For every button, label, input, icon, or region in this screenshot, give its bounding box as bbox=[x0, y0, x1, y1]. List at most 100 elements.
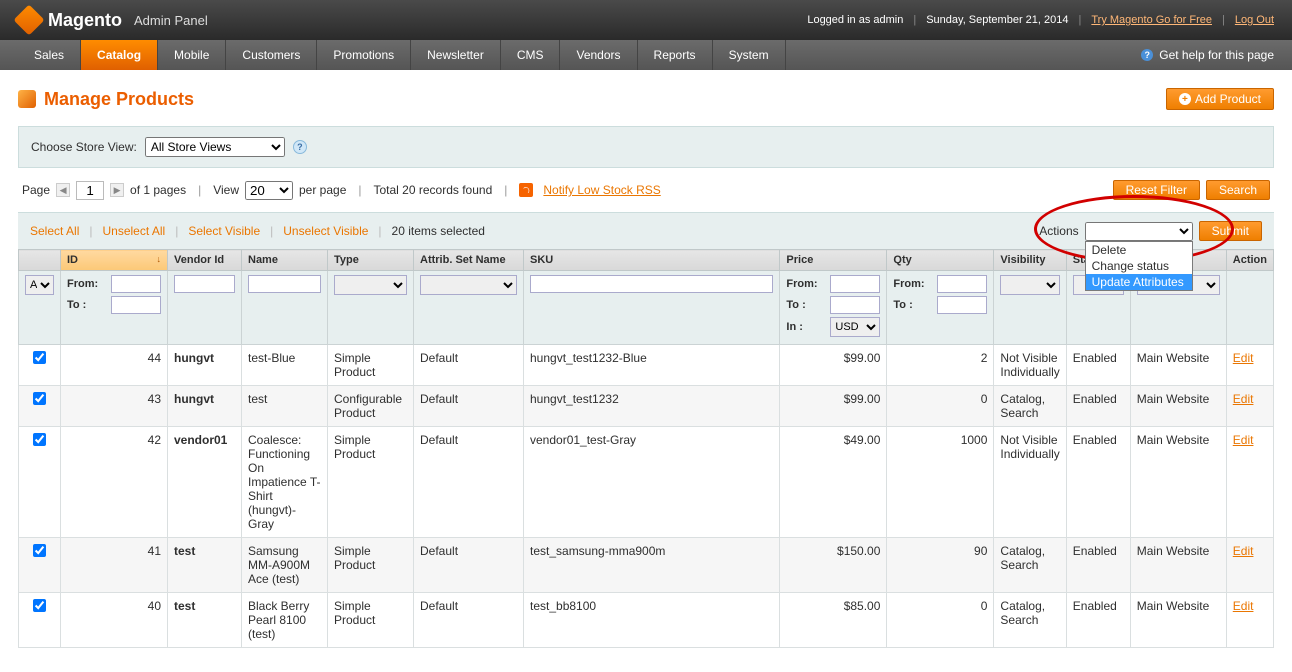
unselect-all-link[interactable]: Unselect All bbox=[102, 224, 165, 238]
edit-link[interactable]: Edit bbox=[1233, 544, 1254, 558]
row-checkbox[interactable] bbox=[33, 351, 46, 364]
rss-link[interactable]: Notify Low Stock RSS bbox=[543, 183, 660, 197]
items-selected: 20 items selected bbox=[392, 224, 485, 238]
select-all-link[interactable]: Select All bbox=[30, 224, 79, 238]
col-checkbox[interactable] bbox=[19, 250, 61, 271]
store-select[interactable]: All Store Views bbox=[145, 137, 285, 157]
top-right: Logged in as admin | Sunday, September 2… bbox=[807, 14, 1274, 26]
add-product-button[interactable]: + Add Product bbox=[1166, 88, 1274, 110]
nav-catalog[interactable]: Catalog bbox=[81, 40, 158, 70]
edit-link[interactable]: Edit bbox=[1233, 433, 1254, 447]
filter-sku[interactable] bbox=[530, 275, 773, 293]
filter-visibility[interactable] bbox=[1000, 275, 1059, 295]
submit-button[interactable]: Submit bbox=[1199, 221, 1262, 241]
plus-icon: + bbox=[1179, 93, 1191, 105]
page-prev-button[interactable]: ◀ bbox=[56, 183, 70, 197]
col-name[interactable]: Name bbox=[242, 250, 328, 271]
view-label: View bbox=[213, 183, 239, 197]
edit-link[interactable]: Edit bbox=[1233, 351, 1254, 365]
col-action: Action bbox=[1226, 250, 1273, 271]
store-filter-bar: Choose Store View: All Store Views ? bbox=[18, 126, 1274, 168]
filter-vendor[interactable] bbox=[174, 275, 235, 293]
help-icon: ? bbox=[1141, 49, 1153, 61]
edit-link[interactable]: Edit bbox=[1233, 392, 1254, 406]
logo-text: Magento bbox=[48, 10, 122, 31]
action-delete[interactable]: Delete bbox=[1086, 242, 1192, 258]
filter-qty-from[interactable] bbox=[937, 275, 987, 293]
filter-attr[interactable] bbox=[420, 275, 517, 295]
col-visibility[interactable]: Visibility bbox=[994, 250, 1066, 271]
row-checkbox[interactable] bbox=[33, 544, 46, 557]
nav-help[interactable]: ? Get help for this page bbox=[1141, 40, 1274, 70]
magento-logo-icon bbox=[13, 4, 44, 35]
filter-id-from[interactable] bbox=[111, 275, 161, 293]
logout-link[interactable]: Log Out bbox=[1235, 14, 1274, 26]
nav-promotions[interactable]: Promotions bbox=[317, 40, 411, 70]
logged-in-text: Logged in as admin bbox=[807, 14, 903, 26]
col-attr[interactable]: Attrib. Set Name bbox=[414, 250, 524, 271]
page-label: Page bbox=[22, 183, 50, 197]
filter-currency[interactable]: USD bbox=[830, 317, 880, 337]
row-checkbox[interactable] bbox=[33, 392, 46, 405]
actions-label: Actions bbox=[1039, 224, 1078, 238]
perpage-select[interactable]: 20 bbox=[245, 181, 293, 200]
nav-sales[interactable]: Sales bbox=[18, 40, 81, 70]
table-row[interactable]: 40 test Black Berry Pearl 8100 (test) Si… bbox=[19, 593, 1274, 648]
col-qty[interactable]: Qty bbox=[887, 250, 994, 271]
table-row[interactable]: 41 test Samsung MM-A900M Ace (test) Simp… bbox=[19, 538, 1274, 593]
col-sku[interactable]: SKU bbox=[524, 250, 780, 271]
page-next-button[interactable]: ▶ bbox=[110, 183, 124, 197]
filter-any[interactable]: Any bbox=[25, 275, 54, 295]
col-price[interactable]: Price bbox=[780, 250, 887, 271]
nav-cms[interactable]: CMS bbox=[501, 40, 561, 70]
nav-mobile[interactable]: Mobile bbox=[158, 40, 226, 70]
filter-price-from[interactable] bbox=[830, 275, 880, 293]
nav-reports[interactable]: Reports bbox=[638, 40, 713, 70]
filter-type[interactable] bbox=[334, 275, 407, 295]
content: Manage Products + Add Product Choose Sto… bbox=[0, 70, 1292, 666]
rss-icon bbox=[519, 183, 533, 197]
row-checkbox[interactable] bbox=[33, 599, 46, 612]
of-pages: of 1 pages bbox=[130, 183, 186, 197]
nav-customers[interactable]: Customers bbox=[226, 40, 317, 70]
pager: Page ◀ ▶ of 1 pages | View 20 per page |… bbox=[18, 168, 1274, 212]
filter-name[interactable] bbox=[248, 275, 321, 293]
logo: Magento Admin Panel bbox=[18, 9, 208, 31]
per-page-label: per page bbox=[299, 183, 346, 197]
unselect-visible-link[interactable]: Unselect Visible bbox=[283, 224, 368, 238]
table-row[interactable]: 44 hungvt test-Blue Simple Product Defau… bbox=[19, 345, 1274, 386]
page-title: Manage Products bbox=[44, 89, 194, 110]
col-id[interactable]: ID↓ bbox=[61, 250, 168, 271]
actions-dropdown-open: Delete Change status Update Attributes bbox=[1085, 241, 1193, 291]
nav-vendors[interactable]: Vendors bbox=[560, 40, 637, 70]
nav-newsletter[interactable]: Newsletter bbox=[411, 40, 501, 70]
sort-desc-icon: ↓ bbox=[157, 254, 162, 264]
help-text: Get help for this page bbox=[1159, 48, 1274, 62]
col-type[interactable]: Type bbox=[328, 250, 414, 271]
date-text: Sunday, September 21, 2014 bbox=[926, 14, 1068, 26]
action-change-status[interactable]: Change status bbox=[1086, 258, 1192, 274]
table-row[interactable]: 42 vendor01 Coalesce: Functioning On Imp… bbox=[19, 427, 1274, 538]
logo-subtitle: Admin Panel bbox=[134, 13, 208, 28]
filter-qty-to[interactable] bbox=[937, 296, 987, 314]
filter-price-to[interactable] bbox=[830, 296, 880, 314]
total-records: Total 20 records found bbox=[374, 183, 493, 197]
table-row[interactable]: 43 hungvt test Configurable Product Defa… bbox=[19, 386, 1274, 427]
row-checkbox[interactable] bbox=[33, 433, 46, 446]
col-vendor[interactable]: Vendor Id bbox=[168, 250, 242, 271]
actions-select[interactable] bbox=[1085, 222, 1193, 241]
nav-system[interactable]: System bbox=[713, 40, 786, 70]
action-update-attributes[interactable]: Update Attributes bbox=[1086, 274, 1192, 290]
page-icon bbox=[18, 90, 36, 108]
select-visible-link[interactable]: Select Visible bbox=[188, 224, 260, 238]
info-icon[interactable]: ? bbox=[293, 140, 307, 154]
navbar: Sales Catalog Mobile Customers Promotion… bbox=[0, 40, 1292, 70]
edit-link[interactable]: Edit bbox=[1233, 599, 1254, 613]
try-magento-link[interactable]: Try Magento Go for Free bbox=[1091, 14, 1212, 26]
products-grid: ID↓ Vendor Id Name Type Attrib. Set Name… bbox=[18, 249, 1274, 648]
filter-id-to[interactable] bbox=[111, 296, 161, 314]
page-input[interactable] bbox=[76, 181, 104, 200]
reset-filter-button[interactable]: Reset Filter bbox=[1113, 180, 1200, 200]
search-button[interactable]: Search bbox=[1206, 180, 1270, 200]
store-label: Choose Store View: bbox=[31, 140, 137, 154]
